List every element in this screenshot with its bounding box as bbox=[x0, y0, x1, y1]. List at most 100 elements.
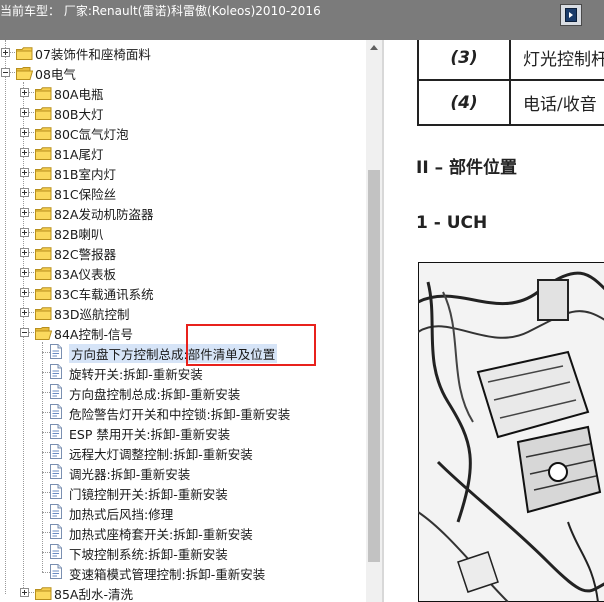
tree-item-label: 81B室内灯 bbox=[54, 167, 116, 182]
tree-branch-line bbox=[10, 52, 15, 53]
tree-page-item[interactable]: 危险警告灯开关和中控锁:拆卸-重新安装 bbox=[0, 402, 366, 422]
folder-open-icon bbox=[35, 325, 53, 340]
expand-plus-icon[interactable] bbox=[1, 48, 10, 57]
expand-plus-icon[interactable] bbox=[20, 168, 29, 177]
expand-plus-icon[interactable] bbox=[20, 588, 29, 597]
document-page-icon bbox=[50, 544, 62, 559]
tree-folder-item[interactable]: 85A刮水-清洗 bbox=[0, 582, 366, 602]
component-illustration bbox=[418, 262, 604, 602]
document-viewer: (3) 灯光控制杆 (4) 电话/收音 II – 部件位置 1 - UCH bbox=[384, 40, 604, 602]
tree-folder-item[interactable]: 80A电瓶 bbox=[0, 82, 366, 102]
tree-folder-item[interactable]: 82C警报器 bbox=[0, 242, 366, 262]
tree-folder-item[interactable]: 83A仪表板 bbox=[0, 262, 366, 282]
table-row: (4) 电话/收音 bbox=[417, 79, 604, 126]
expand-plus-icon[interactable] bbox=[20, 88, 29, 97]
expand-plus-icon[interactable] bbox=[20, 128, 29, 137]
folder-icon bbox=[35, 285, 52, 300]
tree-item-label: 80A电瓶 bbox=[54, 87, 104, 102]
tree-branch-line bbox=[29, 592, 34, 593]
document-page-icon bbox=[50, 464, 62, 479]
document-page-icon bbox=[50, 564, 62, 579]
tree-branch-line bbox=[29, 112, 34, 113]
document-page-icon bbox=[50, 504, 62, 519]
tree-folder-item[interactable]: 81C保险丝 bbox=[0, 182, 366, 202]
tree-page-item[interactable]: 方向盘控制总成:拆卸-重新安装 bbox=[0, 382, 366, 402]
exit-button[interactable] bbox=[560, 4, 582, 26]
folder-icon bbox=[16, 45, 33, 60]
expand-plus-icon[interactable] bbox=[20, 308, 29, 317]
expand-plus-icon[interactable] bbox=[20, 248, 29, 257]
tree-item-label: 81C保险丝 bbox=[54, 187, 117, 202]
table-cell-number: (3) bbox=[417, 40, 511, 81]
tree-folder-item[interactable]: 07装饰件和座椅面料 bbox=[0, 42, 366, 62]
tree-item-label: ESP 禁用开关:拆卸-重新安装 bbox=[69, 427, 231, 442]
tree-branch-line bbox=[29, 92, 34, 93]
highlight-annotation-box bbox=[186, 324, 316, 366]
scrollbar-thumb[interactable] bbox=[368, 170, 380, 562]
tree-item-label: 下坡控制系统:拆卸-重新安装 bbox=[69, 547, 228, 562]
document-page-icon bbox=[50, 344, 62, 359]
tree-branch-line bbox=[29, 272, 34, 273]
navigation-tree: 07装饰件和座椅面料 08电气 80A电瓶 80B大灯 80C氙气灯泡 81A尾灯 81B室… bbox=[0, 40, 366, 602]
expand-plus-icon[interactable] bbox=[20, 148, 29, 157]
expand-plus-icon[interactable] bbox=[20, 188, 29, 197]
tree-item-label: 加热式后风挡:修理 bbox=[69, 507, 174, 522]
tree-item-label: 08电气 bbox=[35, 67, 76, 82]
tree-folder-item[interactable]: 80B大灯 bbox=[0, 102, 366, 122]
tree-branch-line bbox=[42, 372, 50, 373]
folder-icon bbox=[35, 265, 52, 280]
vehicle-title: 当前车型： 厂家:Renault(雷诺)科雷傲(Koleos)2010-2016 bbox=[0, 4, 321, 18]
table-row: (3) 灯光控制杆 bbox=[417, 40, 604, 81]
expand-plus-icon[interactable] bbox=[20, 208, 29, 217]
tree-branch-line bbox=[10, 72, 15, 73]
tree-branch-line bbox=[42, 552, 50, 553]
tree-branch-line bbox=[29, 232, 34, 233]
tree-branch-line bbox=[29, 192, 34, 193]
tree-page-item[interactable]: 变速箱模式管理控制:拆卸-重新安装 bbox=[0, 562, 366, 582]
tree-page-item[interactable]: 远程大灯调整控制:拆卸-重新安装 bbox=[0, 442, 366, 462]
tree-branch-line bbox=[29, 212, 34, 213]
tree-folder-item[interactable]: 80C氙气灯泡 bbox=[0, 122, 366, 142]
expand-plus-icon[interactable] bbox=[20, 108, 29, 117]
tree-item-label: 83A仪表板 bbox=[54, 267, 116, 282]
expand-plus-icon[interactable] bbox=[20, 288, 29, 297]
expand-plus-icon[interactable] bbox=[20, 268, 29, 277]
tree-item-label: 80B大灯 bbox=[54, 107, 104, 122]
tree-folder-item[interactable]: 81A尾灯 bbox=[0, 142, 366, 162]
tree-item-label: 危险警告灯开关和中控锁:拆卸-重新安装 bbox=[69, 407, 291, 422]
tree-page-item[interactable]: 调光器:拆卸-重新安装 bbox=[0, 462, 366, 482]
folder-icon bbox=[35, 185, 52, 200]
door-exit-icon bbox=[565, 8, 577, 22]
tree-page-item[interactable]: 加热式后风挡:修理 bbox=[0, 502, 366, 522]
tree-page-item[interactable]: ESP 禁用开关:拆卸-重新安装 bbox=[0, 422, 366, 442]
collapse-minus-icon[interactable] bbox=[1, 68, 10, 77]
collapse-minus-icon[interactable] bbox=[20, 328, 29, 337]
table-cell-number: (4) bbox=[417, 79, 511, 126]
tree-item-label: 变速箱模式管理控制:拆卸-重新安装 bbox=[69, 567, 266, 582]
folder-icon bbox=[35, 205, 52, 220]
folder-icon bbox=[35, 145, 52, 160]
scroll-up-arrow-icon[interactable] bbox=[366, 40, 382, 56]
tree-folder-item[interactable]: 82B喇叭 bbox=[0, 222, 366, 242]
tree-item-label: 方向盘控制总成:拆卸-重新安装 bbox=[69, 387, 241, 402]
tree-branch-line bbox=[42, 452, 50, 453]
tree-page-item[interactable]: 下坡控制系统:拆卸-重新安装 bbox=[0, 542, 366, 562]
tree-folder-item[interactable]: 83C车载通讯系统 bbox=[0, 282, 366, 302]
document-page-icon bbox=[50, 484, 62, 499]
tree-item-label: 83C车载通讯系统 bbox=[54, 287, 154, 302]
expand-plus-icon[interactable] bbox=[20, 228, 29, 237]
tree-item-label: 82A发动机防盗器 bbox=[54, 207, 154, 222]
tree-page-item[interactable]: 门镜控制开关:拆卸-重新安装 bbox=[0, 482, 366, 502]
tree-item-label: 82C警报器 bbox=[54, 247, 117, 262]
parts-table: (3) 灯光控制杆 (4) 电话/收音 bbox=[417, 40, 604, 126]
tree-folder-item[interactable]: 81B室内灯 bbox=[0, 162, 366, 182]
tree-scrollbar[interactable] bbox=[366, 40, 382, 602]
tree-folder-item[interactable]: 83D巡航控制 bbox=[0, 302, 366, 322]
tree-page-item[interactable]: 加热式座椅套开关:拆卸-重新安装 bbox=[0, 522, 366, 542]
tree-item-label: 门镜控制开关:拆卸-重新安装 bbox=[69, 487, 228, 502]
tree-item-label: 远程大灯调整控制:拆卸-重新安装 bbox=[69, 447, 253, 462]
document-page-icon bbox=[50, 404, 62, 419]
tree-folder-item[interactable]: 08电气 bbox=[0, 62, 366, 82]
tree-folder-item[interactable]: 82A发动机防盗器 bbox=[0, 202, 366, 222]
tree-item-label: 82B喇叭 bbox=[54, 227, 104, 242]
